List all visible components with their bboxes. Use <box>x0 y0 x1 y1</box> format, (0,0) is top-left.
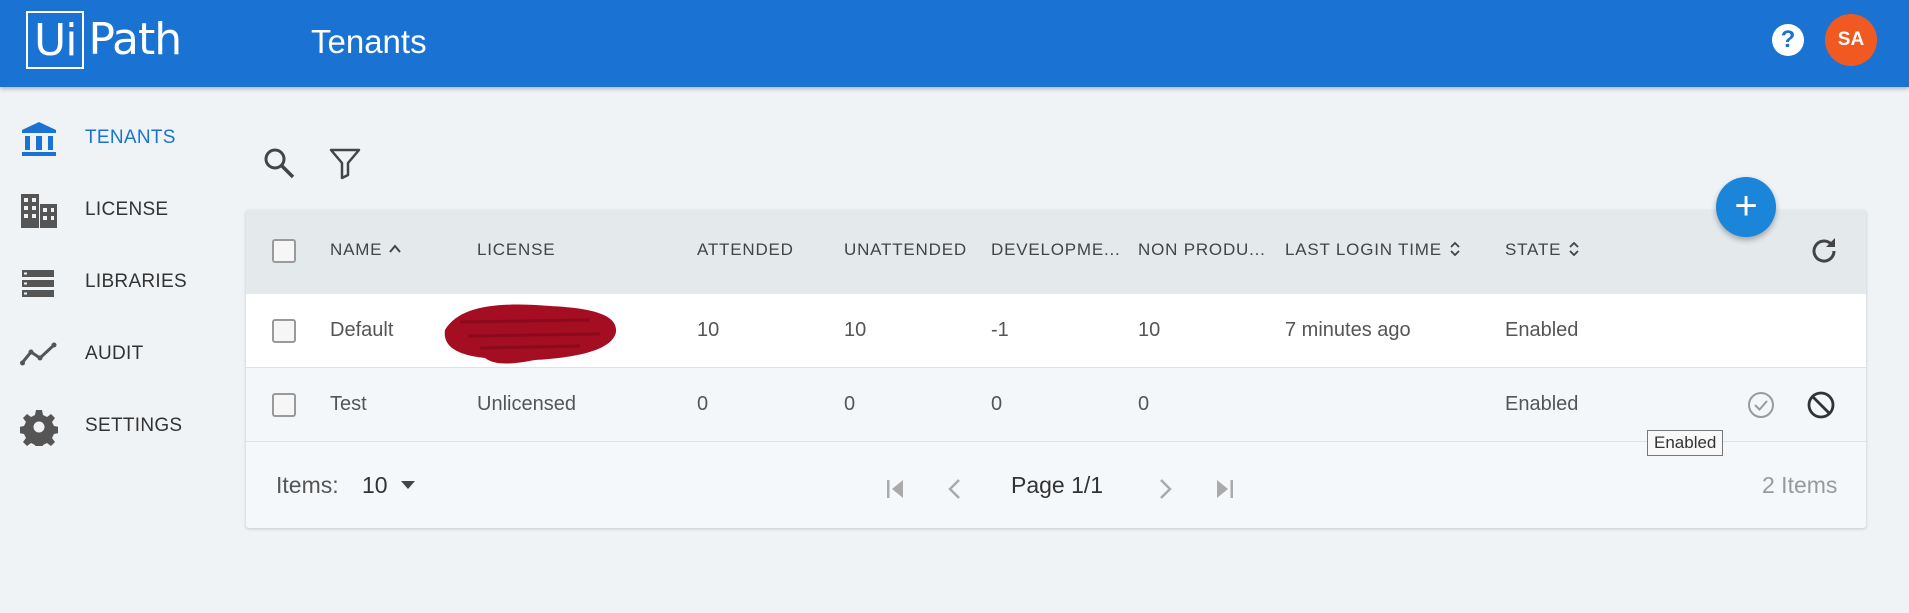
last-page-icon[interactable] <box>1211 476 1237 502</box>
plus-icon: + <box>1734 184 1758 228</box>
tenant-state: Enabled <box>1505 393 1579 415</box>
building-icon <box>21 194 57 228</box>
page-title: Tenants <box>311 23 427 60</box>
logo-box-text: Ui <box>26 11 85 69</box>
items-label: Items: <box>276 472 339 498</box>
bank-icon <box>22 122 56 156</box>
refresh-icon[interactable] <box>1808 235 1840 267</box>
sidebar-item-label: TENANTS <box>85 127 176 148</box>
tenant-development: -1 <box>991 319 1009 341</box>
tenant-license: Unlicensed <box>477 393 576 415</box>
avatar[interactable]: SA <box>1825 14 1877 66</box>
tenant-name: Default <box>330 319 394 341</box>
tenant-attended: 10 <box>697 319 720 341</box>
table-header: NAME LICENSE ATTENDED UNATTENDED DEVELOP… <box>246 210 1866 294</box>
search-icon[interactable] <box>262 146 296 180</box>
gear-icon <box>20 410 58 446</box>
column-header-last-login[interactable]: LAST LOGIN TIME <box>1285 240 1462 260</box>
tenant-unattended: 0 <box>844 393 856 415</box>
column-header-non-production[interactable]: NON PRODU... <box>1138 240 1266 260</box>
tenant-last-login: 7 minutes ago <box>1285 319 1411 341</box>
table-row[interactable]: Test Unlicensed 0 0 0 0 Enabled <box>246 368 1866 442</box>
sort-icon <box>1450 242 1460 256</box>
list-icon <box>22 270 54 297</box>
column-header-label: STATE <box>1505 240 1562 259</box>
check-circle-icon[interactable] <box>1746 390 1776 420</box>
sidebar-item-libraries[interactable]: LIBRARIES <box>0 252 230 312</box>
sort-icon <box>1569 242 1579 256</box>
sidebar-item-label: LICENSE <box>85 199 169 220</box>
sidebar-item-tenants[interactable]: TENANTS <box>0 108 230 168</box>
caret-down-icon <box>400 481 415 489</box>
top-bar: Ui Path Tenants ? SA <box>0 0 1909 87</box>
sort-ascending-icon <box>389 244 402 253</box>
sidebar-item-label: LIBRARIES <box>85 271 187 292</box>
sidebar-item-audit[interactable]: AUDIT <box>0 324 230 384</box>
redaction-mark <box>444 304 617 364</box>
uipath-logo[interactable]: Ui Path <box>26 11 182 69</box>
row-checkbox[interactable] <box>272 319 296 343</box>
row-checkbox[interactable] <box>272 393 296 417</box>
page-indicator: Page 1/1 <box>1011 472 1104 498</box>
tooltip: Enabled <box>1647 430 1724 456</box>
tenant-attended: 0 <box>697 393 709 415</box>
logo-text: Path <box>88 14 182 65</box>
add-tenant-button[interactable]: + <box>1716 177 1776 237</box>
sidebar-item-label: AUDIT <box>85 343 144 364</box>
column-header-label: NAME <box>330 240 383 259</box>
page-size-select[interactable]: 10 <box>362 472 416 499</box>
tenants-table-card: NAME LICENSE ATTENDED UNATTENDED DEVELOP… <box>246 210 1866 528</box>
tenant-state: Enabled <box>1505 319 1579 341</box>
column-header-attended[interactable]: ATTENDED <box>697 240 794 260</box>
sidebar-item-settings[interactable]: SETTINGS <box>0 396 230 456</box>
trend-line-icon <box>20 342 57 366</box>
sidebar-item-label: SETTINGS <box>85 415 183 436</box>
tenant-development: 0 <box>991 393 1003 415</box>
tenant-non-production: 0 <box>1138 393 1150 415</box>
tenant-name: Test <box>330 393 367 415</box>
column-header-unattended[interactable]: UNATTENDED <box>844 240 967 260</box>
column-header-label: LAST LOGIN TIME <box>1285 240 1442 259</box>
select-all-checkbox[interactable] <box>272 239 296 263</box>
column-header-license[interactable]: LICENSE <box>477 240 555 260</box>
next-page-icon[interactable] <box>1151 476 1177 502</box>
column-header-development[interactable]: DEVELOPME... <box>991 240 1121 260</box>
sidebar-item-license[interactable]: LICENSE <box>0 180 230 240</box>
filter-icon[interactable] <box>328 146 362 180</box>
column-header-name[interactable]: NAME <box>330 240 402 260</box>
question-circle-icon[interactable]: ? <box>1772 24 1804 56</box>
tenant-unattended: 10 <box>844 319 867 341</box>
disable-icon[interactable] <box>1806 390 1836 420</box>
previous-page-icon[interactable] <box>943 476 969 502</box>
total-items-count: 2 Items <box>1762 472 1838 498</box>
page-size-value: 10 <box>362 472 388 498</box>
tenant-non-production: 10 <box>1138 319 1161 341</box>
column-header-state[interactable]: STATE <box>1505 240 1581 260</box>
first-page-icon[interactable] <box>883 476 909 502</box>
